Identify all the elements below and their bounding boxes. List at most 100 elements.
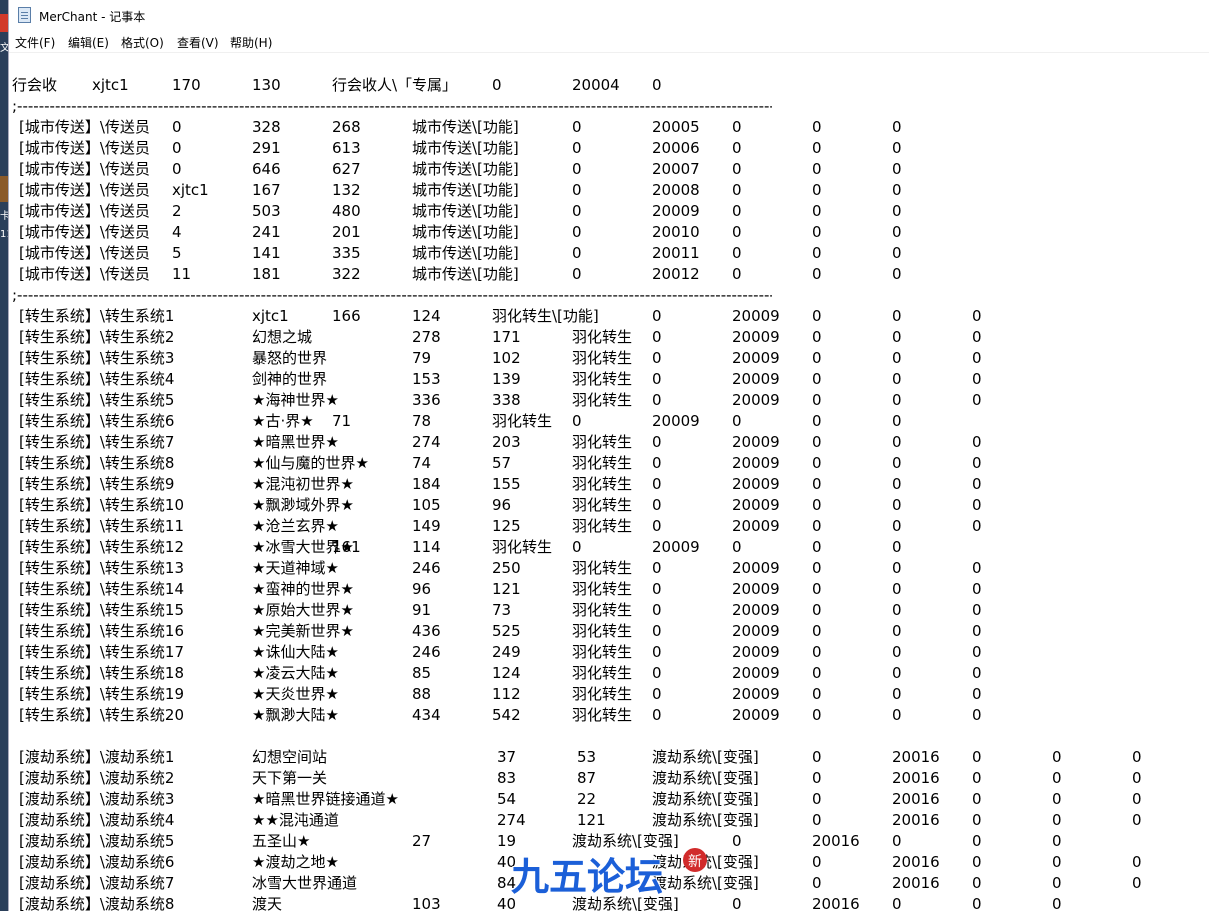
text-field: 20016 bbox=[892, 874, 940, 892]
desktop-game-icon[interactable] bbox=[0, 176, 8, 202]
text-field: 0 bbox=[812, 853, 822, 871]
text-field: [城市传送】\传送员 bbox=[19, 139, 150, 157]
text-field: 0 bbox=[892, 202, 902, 220]
text-field: 0 bbox=[972, 580, 982, 598]
text-field: 166 bbox=[332, 307, 361, 325]
text-field: 0 bbox=[892, 223, 902, 241]
text-field: 0 bbox=[1052, 790, 1062, 808]
text-field: 0 bbox=[1132, 748, 1142, 766]
text-field: 20006 bbox=[652, 139, 700, 157]
text-field: 20009 bbox=[732, 370, 780, 388]
text-field: xjtc1 bbox=[92, 76, 129, 94]
text-field: 0 bbox=[972, 328, 982, 346]
text-field: 0 bbox=[1052, 874, 1062, 892]
text-field: xjtc1 bbox=[252, 307, 289, 325]
text-field: 83 bbox=[497, 769, 517, 787]
text-field: 0 bbox=[972, 433, 982, 451]
menu-edit[interactable]: 编辑(E) bbox=[68, 34, 109, 51]
text-field: 4 bbox=[172, 223, 182, 241]
text-field: 20009 bbox=[732, 622, 780, 640]
text-field: [转生系统】\转生系统13 bbox=[19, 559, 184, 577]
text-field: ★仙与魔的世界★ bbox=[252, 454, 369, 472]
text-field: 0 bbox=[1052, 748, 1062, 766]
text-field: 0 bbox=[652, 307, 662, 325]
text-field: 0 bbox=[812, 538, 822, 556]
text-field: 646 bbox=[252, 160, 281, 178]
text-field: 20009 bbox=[652, 412, 700, 430]
text-field: 112 bbox=[492, 685, 521, 703]
text-field: 171 bbox=[492, 328, 521, 346]
notepad-window: MerChant - 记事本 文件(F) 编辑(E) 格式(O) 查看(V) 帮… bbox=[8, 0, 1209, 911]
text-field: 0 bbox=[892, 706, 902, 724]
menu-bar: 文件(F) 编辑(E) 格式(O) 查看(V) 帮助(H) bbox=[9, 31, 1209, 51]
text-field: 105 bbox=[412, 496, 441, 514]
text-field: 0 bbox=[812, 181, 822, 199]
text-field: [城市传送】\传送员 bbox=[19, 265, 150, 283]
text-field: 城市传送\[功能] bbox=[412, 118, 519, 136]
text-field: 0 bbox=[812, 139, 822, 157]
text-field: 0 bbox=[892, 517, 902, 535]
text-field: 0 bbox=[1052, 832, 1062, 850]
text-editor-area[interactable]: 行会收 xjtc1 170 130 行会收人\「专属」 0 20004 0 ;---------… bbox=[9, 52, 1209, 911]
desktop-app-icon[interactable] bbox=[0, 14, 8, 32]
text-field: 20016 bbox=[892, 811, 940, 829]
menu-file[interactable]: 文件(F) bbox=[15, 34, 55, 51]
text-field: 0 bbox=[892, 139, 902, 157]
text-field: 0 bbox=[172, 118, 182, 136]
text-field: 0 bbox=[972, 517, 982, 535]
text-field: 0 bbox=[972, 832, 982, 850]
text-field: 0 bbox=[892, 349, 902, 367]
text-field: 78 bbox=[412, 412, 432, 430]
text-field: 73 bbox=[492, 601, 512, 619]
text-field: 20009 bbox=[732, 643, 780, 661]
text-field: 74 bbox=[412, 454, 432, 472]
text-field: 行会收人\「专属」 bbox=[332, 76, 458, 94]
text-field: 0 bbox=[732, 832, 742, 850]
title-bar[interactable]: MerChant - 记事本 bbox=[9, 0, 1209, 30]
text-field: [转生系统】\转生系统3 bbox=[19, 349, 175, 367]
text-field: 20009 bbox=[652, 538, 700, 556]
text-field: [城市传送】\传送员 bbox=[19, 118, 150, 136]
text-field: ★完美新世界★ bbox=[252, 622, 354, 640]
menu-format[interactable]: 格式(O) bbox=[121, 34, 164, 51]
text-field: 羽化转生 bbox=[572, 664, 633, 682]
text-field: xjtc1 bbox=[172, 181, 209, 199]
text-field: 0 bbox=[892, 391, 902, 409]
text-field: 20016 bbox=[812, 895, 860, 911]
text-field: 0 bbox=[892, 601, 902, 619]
text-field: 0 bbox=[972, 496, 982, 514]
text-field: 0 bbox=[812, 307, 822, 325]
text-field: 149 bbox=[412, 517, 441, 535]
text-field: 96 bbox=[412, 580, 432, 598]
text-field: 5 bbox=[172, 244, 182, 262]
menu-view[interactable]: 查看(V) bbox=[177, 34, 219, 51]
menu-help[interactable]: 帮助(H) bbox=[230, 34, 272, 51]
text-field: 渡劫系统\[变强] bbox=[652, 748, 759, 766]
text-field: 241 bbox=[252, 223, 281, 241]
text-field: 0 bbox=[732, 244, 742, 262]
text-field: 0 bbox=[1132, 811, 1142, 829]
text-field: 0 bbox=[172, 160, 182, 178]
text-field: ★诛仙大陆★ bbox=[252, 643, 339, 661]
text-field: 0 bbox=[812, 454, 822, 472]
text-field: 336 bbox=[412, 391, 441, 409]
text-field: 274 bbox=[497, 811, 526, 829]
text-field: 羽化转生 bbox=[572, 706, 633, 724]
window-title: MerChant - 记事本 bbox=[39, 10, 146, 24]
text-field: 0 bbox=[572, 202, 582, 220]
text-field: 20016 bbox=[892, 853, 940, 871]
text-field: 0 bbox=[572, 244, 582, 262]
text-field: [转生系统】\转生系统18 bbox=[19, 664, 184, 682]
text-field: 0 bbox=[812, 118, 822, 136]
text-field: 0 bbox=[972, 475, 982, 493]
text-field: 0 bbox=[812, 559, 822, 577]
text-field: 139 bbox=[492, 370, 521, 388]
text-field: 291 bbox=[252, 139, 281, 157]
text-field: 0 bbox=[892, 580, 902, 598]
text-field: 0 bbox=[892, 895, 902, 911]
text-field: 0 bbox=[812, 643, 822, 661]
text-field: 627 bbox=[332, 160, 361, 178]
text-field: 羽化转生 bbox=[572, 370, 633, 388]
text-field: 0 bbox=[812, 580, 822, 598]
text-field: 124 bbox=[412, 307, 441, 325]
